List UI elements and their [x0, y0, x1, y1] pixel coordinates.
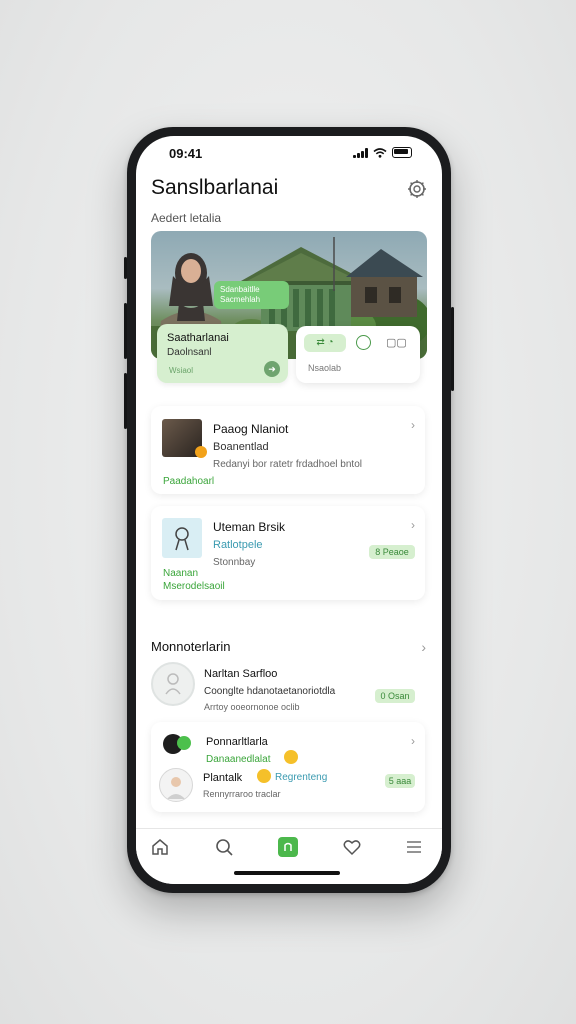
card-sub: Boanentlad	[213, 441, 269, 453]
wifi-icon	[373, 147, 387, 158]
hero-tag-line2: Sacmehlah	[220, 295, 261, 304]
toggle-icon[interactable]: ▢▢	[386, 336, 407, 349]
item-name: Ponnarltlarla	[206, 736, 268, 748]
card-tag[interactable]: Naanan	[163, 568, 198, 579]
volume-up-button	[124, 303, 127, 359]
hero-tag[interactable]: Sdanbaitlle Sacmehlah	[214, 281, 289, 309]
emoji-icon	[284, 750, 298, 764]
featured-card-caption: Wsiaol	[169, 366, 194, 375]
status-icons	[353, 147, 412, 158]
clock-icon[interactable]	[356, 335, 371, 350]
item-name: Narltan Sarfloo	[204, 668, 278, 680]
list-card[interactable]: Uteman Brsik Ratlotpele Stonnbay 8 Peaoe…	[151, 506, 425, 600]
item-line2: Rennyrraroo traclar	[203, 789, 281, 799]
emoji-icon	[257, 769, 271, 783]
avatar	[159, 768, 193, 802]
page-subtitle: Aedert letalia	[151, 211, 222, 225]
menu-icon[interactable]	[404, 837, 424, 857]
user-placeholder-icon	[162, 518, 202, 558]
phone-frame: 09:41 Sanslbarlanai Aedert letalia Sdanb…	[124, 127, 454, 893]
mute-switch	[124, 257, 127, 279]
status-badge: 0 Osan	[375, 689, 415, 703]
avatar	[151, 662, 195, 706]
status-badge: 8 Peaoe	[369, 545, 415, 559]
card-name: Paaog Nlaniot	[213, 422, 289, 436]
card-name: Uteman Brsik	[213, 520, 286, 534]
card-desc: Redanyi bor ratetr frdadhoel bntol	[213, 459, 362, 470]
badge-icon	[177, 736, 191, 750]
item-line1: Coonglte hdanotaetanoriotdla	[204, 686, 336, 697]
item-line2: Arrtoy ooeornonoe oclib	[204, 702, 300, 712]
quick-actions-card[interactable]: ⇄ ◔ ▢▢ Nsaolab	[296, 326, 420, 383]
chevron-right-icon[interactable]: ›	[411, 418, 415, 432]
status-badge: 5 aaa	[385, 774, 415, 788]
chevron-right-icon[interactable]: ›	[421, 639, 426, 655]
list-item[interactable]: Narltan Sarfloo Coonglte hdanotaetanorio…	[151, 656, 427, 716]
quick-actions-caption: Nsaolab	[308, 363, 342, 373]
item-extra: Regrenteng	[275, 772, 328, 783]
search-icon[interactable]	[214, 837, 234, 857]
badge-icon	[195, 446, 207, 458]
list-card[interactable]: Paaog Nlaniot Boanentlad Redanyi bor rat…	[151, 406, 425, 494]
chevron-right-icon[interactable]: ›	[411, 734, 415, 748]
battery-icon	[392, 147, 412, 158]
page-title: Sanslbarlanai	[151, 176, 279, 199]
add-icon[interactable]	[278, 837, 298, 857]
heart-icon[interactable]	[342, 837, 362, 857]
list-card[interactable]: Ponnarltlarla Danaanedlalat Plantalk Reg…	[151, 722, 425, 812]
signal-icon	[353, 147, 368, 158]
swap-chip[interactable]: ⇄ ◔	[304, 334, 346, 352]
card-tag[interactable]: Mserodelsaoil	[163, 581, 225, 592]
hero-tag-line1: Sdanbaitlle	[220, 285, 260, 294]
settings-icon[interactable]	[406, 178, 428, 200]
arrow-right-icon[interactable]: ➜	[264, 361, 280, 377]
item-name-2: Plantalk	[203, 772, 243, 784]
background: 09:41 Sanslbarlanai Aedert letalia Sdanb…	[0, 0, 576, 1024]
home-indicator	[234, 871, 340, 875]
card-sub: Ratlotpele	[213, 539, 263, 551]
screen: 09:41 Sanslbarlanai Aedert letalia Sdanb…	[136, 136, 442, 884]
home-icon[interactable]	[150, 837, 170, 857]
power-button	[451, 307, 454, 391]
item-line1: Danaanedlalat	[206, 754, 271, 765]
volume-down-button	[124, 373, 127, 429]
featured-card[interactable]: Saatharlanai Daolnsanl Wsiaol ➜	[157, 324, 288, 383]
card-tag[interactable]: Paadahoarl	[163, 476, 214, 487]
featured-card-subtitle: Daolnsanl	[167, 347, 212, 358]
card-desc: Stonnbay	[213, 557, 256, 568]
bottom-nav	[136, 828, 442, 884]
chevron-right-icon[interactable]: ›	[411, 518, 415, 532]
featured-card-title: Saatharlanai	[167, 332, 229, 344]
status-time: 09:41	[169, 146, 203, 161]
status-bar: 09:41	[136, 136, 442, 172]
section-title: Monnoterlarin	[151, 639, 231, 654]
